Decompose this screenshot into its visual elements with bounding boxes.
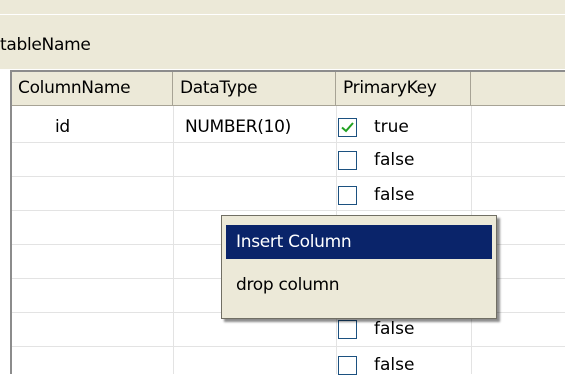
primary-key-checkbox[interactable] — [338, 356, 357, 375]
primary-key-checkbox[interactable] — [338, 118, 357, 137]
context-menu: Insert Column drop column — [221, 215, 497, 319]
row-divider — [12, 176, 565, 177]
primary-key-value: false — [374, 319, 415, 339]
primary-key-checkbox[interactable] — [338, 151, 357, 170]
column-header-datatype[interactable]: DataType — [173, 72, 336, 106]
row-divider — [12, 210, 565, 211]
table-name-label: tableName — [0, 35, 91, 55]
cell-column-name[interactable]: id — [55, 117, 70, 137]
column-header-primarykey[interactable]: PrimaryKey — [336, 72, 471, 106]
column-header-empty — [471, 72, 565, 106]
menu-item-drop-column[interactable]: drop column — [226, 268, 492, 302]
primary-key-value: false — [374, 355, 415, 375]
column-divider — [173, 106, 174, 374]
row-divider — [12, 346, 565, 347]
row-divider — [12, 142, 565, 143]
primary-key-value: true — [374, 117, 409, 137]
primary-key-value: false — [374, 150, 415, 170]
primary-key-checkbox[interactable] — [338, 320, 357, 339]
table-properties-panel: tableName — [0, 0, 565, 69]
primary-key-value: false — [374, 185, 415, 205]
column-header-columnname[interactable]: ColumnName — [12, 72, 173, 106]
cell-data-type[interactable]: NUMBER(10) — [185, 117, 291, 137]
checkmark-icon — [341, 122, 354, 133]
panel-top-divider — [0, 14, 565, 15]
primary-key-checkbox[interactable] — [338, 186, 357, 205]
menu-item-insert-column[interactable]: Insert Column — [226, 225, 492, 259]
grid-left-border — [10, 70, 12, 374]
